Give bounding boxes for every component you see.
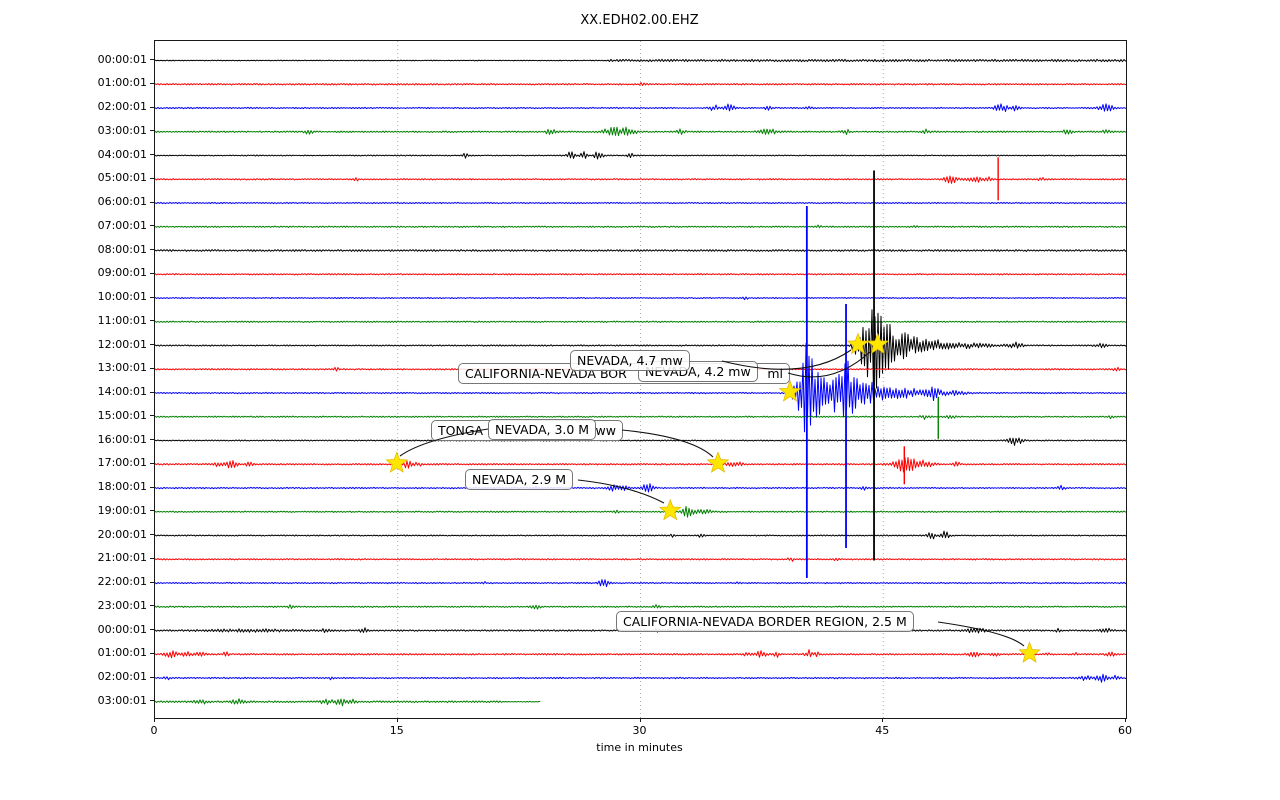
y-tick-label: 12:00:01	[97, 337, 147, 351]
trace-row-25	[155, 649, 1126, 659]
event-annotation-nevada-2-9: NEVADA, 2.9 M	[465, 469, 574, 490]
x-tick-label: 30	[632, 724, 647, 737]
y-tick-label: 03:00:01	[97, 123, 147, 137]
trace-row-2	[155, 103, 1126, 113]
y-tick-label: 18:00:01	[97, 480, 147, 493]
trace-row-9	[155, 273, 1126, 276]
y-tick-label: 04:00:01	[97, 147, 147, 161]
y-tick-label: 03:00:01	[97, 693, 147, 707]
y-tick-mark	[150, 106, 154, 108]
y-tick-label: 15:00:01	[97, 408, 147, 422]
y-tick-mark	[150, 249, 154, 250]
y-tick-label: 00:00:01	[97, 622, 147, 636]
y-tick-label: 01:00:01	[97, 76, 147, 90]
y-tick-mark	[150, 82, 154, 84]
trace-row-27	[155, 698, 541, 707]
y-tick-label: 20:00:01	[97, 527, 147, 541]
annotation-text: NEVADA, 3.0 M	[495, 422, 590, 437]
y-tick-mark	[150, 676, 154, 678]
x-tick-mark	[882, 718, 884, 722]
y-tick-label: 11:00:01	[97, 313, 147, 327]
annotation-suffix: ww	[595, 423, 616, 438]
y-tick-mark	[150, 439, 154, 440]
y-tick-mark	[150, 272, 154, 274]
annotation-text: NEVADA, 2.9 M	[472, 472, 567, 487]
x-tick-mark	[396, 718, 398, 722]
y-tick-label: 23:00:01	[97, 598, 147, 612]
y-tick-mark	[150, 59, 154, 60]
y-tick-label: 14:00:01	[97, 385, 147, 398]
y-tick-mark	[150, 130, 154, 132]
y-tick-label: 21:00:01	[97, 551, 147, 565]
y-tick-label: 09:00:01	[97, 266, 147, 280]
y-tick-mark	[150, 652, 154, 654]
x-tick-mark	[1125, 718, 1126, 722]
y-tick-mark	[150, 462, 154, 464]
x-tick-mark	[639, 718, 641, 722]
y-tick-mark	[150, 486, 154, 488]
x-tick-label: 15	[389, 724, 404, 737]
y-tick-label: 01:00:01	[97, 646, 147, 660]
y-tick-mark	[150, 534, 154, 535]
x-tick-label: 45	[875, 724, 890, 737]
seismogram-dayplot-window: XX.EDH02.00.EHZ 00:00:01 01:00:01 02:00:01…	[0, 0, 1280, 800]
x-axis-label: time in minutes	[596, 741, 683, 754]
trace-row-21	[155, 557, 1126, 562]
y-tick-mark	[150, 344, 154, 345]
event-annotation-california-nevada-2-5: CALIFORNIA-NEVADA BORDER REGION, 2.5 M	[616, 611, 914, 632]
y-tick-mark	[150, 391, 154, 393]
y-tick-label: 19:00:01	[97, 503, 147, 517]
y-tick-label: 02:00:01	[97, 670, 147, 683]
y-tick-label: 07:00:01	[97, 218, 147, 232]
y-tick-mark	[150, 225, 154, 227]
y-tick-label: 16:00:01	[97, 432, 147, 446]
y-tick-label: 22:00:01	[97, 575, 147, 588]
x-tick-label: 0	[150, 724, 158, 737]
annotation-prefix: TONGA	[438, 423, 484, 438]
annotation-text: CALIFORNIA-NEVADA BORDER REGION, 2.5 M	[623, 614, 907, 629]
x-tick-label: 60	[1118, 724, 1132, 737]
annotation-text: NEVADA, 4.7 mw	[577, 353, 683, 368]
trace-row-3	[155, 126, 1126, 137]
y-tick-mark	[150, 296, 154, 298]
y-tick-label: 05:00:01	[97, 171, 147, 185]
y-tick-mark	[150, 201, 154, 203]
trace-row-6	[155, 201, 1126, 205]
plot-title: XX.EDH02.00.EHZ	[580, 13, 699, 28]
y-tick-label: 17:00:01	[97, 456, 147, 470]
y-tick-label: 06:00:01	[97, 195, 147, 208]
y-tick-mark	[150, 367, 154, 369]
y-tick-label: 08:00:01	[97, 242, 147, 256]
y-tick-label: 13:00:01	[97, 361, 147, 375]
annotation-suffix: ml	[767, 366, 783, 381]
y-tick-mark	[150, 320, 154, 322]
y-tick-mark	[150, 415, 154, 417]
trace-row-10	[155, 296, 1126, 301]
trace-row-18	[155, 483, 1126, 493]
trace-row-11	[155, 320, 1126, 323]
y-tick-label: 02:00:01	[97, 100, 147, 113]
y-tick-mark	[150, 177, 154, 179]
y-tick-label: 10:00:01	[97, 290, 147, 303]
y-tick-mark	[150, 700, 154, 702]
trace-row-19	[155, 506, 1126, 518]
x-tick-mark	[154, 718, 155, 722]
y-tick-mark	[150, 629, 154, 630]
y-tick-mark	[150, 510, 154, 512]
y-tick-mark	[150, 605, 154, 607]
y-tick-mark	[150, 557, 154, 559]
event-annotation-nevada-4-7: NEVADA, 4.7 mw	[570, 350, 690, 371]
y-tick-mark	[150, 154, 154, 155]
y-tick-mark	[150, 581, 154, 583]
y-tick-label: 00:00:01	[97, 52, 147, 66]
event-annotation-nevada-3-0: NEVADA, 3.0 M	[488, 419, 597, 440]
